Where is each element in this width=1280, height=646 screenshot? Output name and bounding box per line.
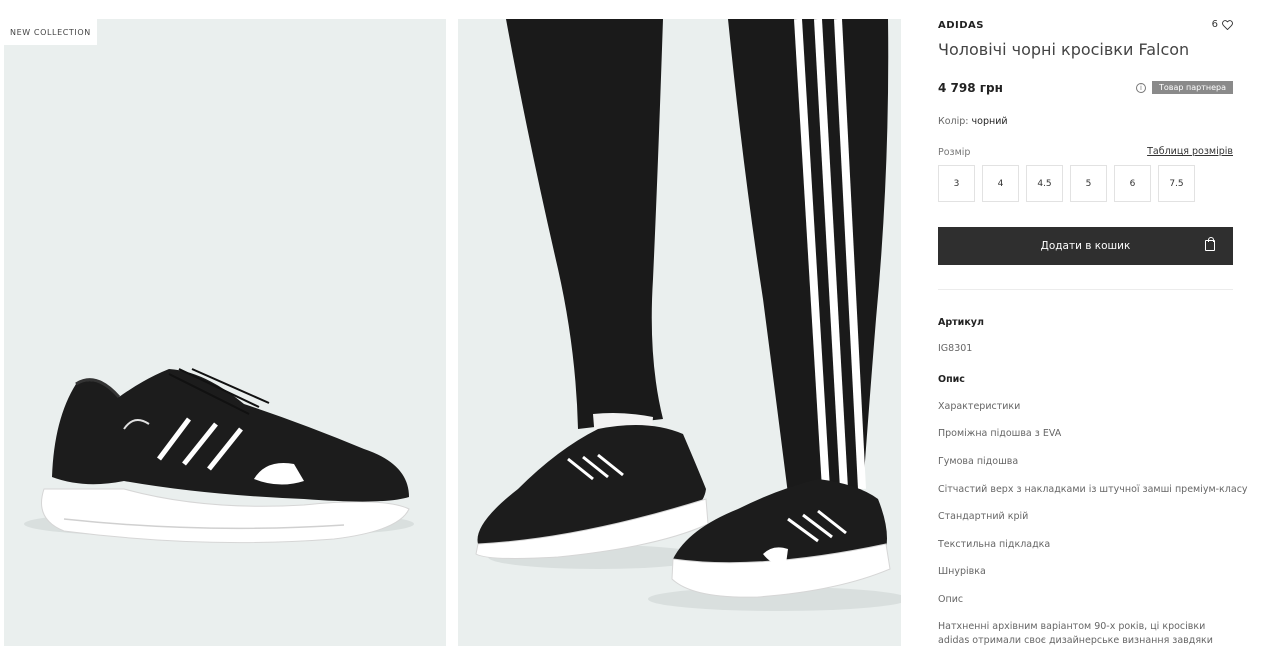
- add-to-cart-button[interactable]: Додати в кошик: [938, 227, 1233, 265]
- divider: [938, 289, 1233, 290]
- product-image-worn[interactable]: [458, 19, 901, 646]
- brand-name[interactable]: ADIDAS: [938, 20, 984, 31]
- product-image-main[interactable]: NEW COLLECTION: [4, 19, 446, 646]
- size-selector: 3 4 4.5 5 6 7.5: [938, 165, 1195, 202]
- spec-item: Шнурівка: [938, 566, 986, 577]
- size-option[interactable]: 7.5: [1158, 165, 1195, 202]
- model-legs-image: [475, 19, 901, 611]
- description-heading: Опис: [938, 374, 965, 385]
- spec-item: Проміжна підошва з EVA: [938, 428, 1062, 439]
- size-option[interactable]: 4.5: [1026, 165, 1063, 202]
- color-info: Колір: чорний: [938, 116, 1008, 127]
- spec-item: Опис: [938, 594, 964, 605]
- size-option[interactable]: 4: [982, 165, 1019, 202]
- sneaker-side-image: [24, 368, 414, 544]
- description-text: Натхненні архівним варіантом 90-х років,…: [938, 621, 1213, 646]
- info-icon[interactable]: i: [1135, 82, 1146, 93]
- size-option[interactable]: 6: [1114, 165, 1151, 202]
- heart-icon: [1222, 19, 1233, 30]
- color-label: Колір:: [938, 116, 969, 127]
- size-option[interactable]: 3: [938, 165, 975, 202]
- product-price: 4 798 грн: [938, 81, 1003, 95]
- shopping-bag-icon: [1205, 237, 1215, 251]
- partner-info: i Товар партнера: [1135, 81, 1233, 94]
- color-value: чорний: [971, 116, 1008, 127]
- partner-tag: Товар партнера: [1151, 81, 1233, 94]
- spec-item: Стандартний крій: [938, 511, 1029, 522]
- add-to-cart-label: Додати в кошик: [1040, 240, 1131, 252]
- product-title: Чоловічі чорні кросівки Falcon: [938, 40, 1190, 59]
- spec-item: Текстильна підкладка: [938, 539, 1051, 550]
- size-option[interactable]: 5: [1070, 165, 1107, 202]
- favorite-button[interactable]: 6: [1212, 19, 1233, 30]
- new-collection-badge: NEW COLLECTION: [4, 19, 97, 45]
- spec-item: Сітчастий верх з накладками із штучної з…: [938, 484, 1248, 495]
- article-value: IG8301: [938, 343, 973, 354]
- size-label: Розмір: [938, 147, 971, 158]
- size-table-link[interactable]: Таблиця розмірів: [1147, 146, 1233, 157]
- spec-item: Характеристики: [938, 401, 1021, 412]
- favorites-count: 6: [1211, 19, 1218, 30]
- spec-item: Гумова підошва: [938, 456, 1019, 467]
- article-heading: Артикул: [938, 317, 984, 328]
